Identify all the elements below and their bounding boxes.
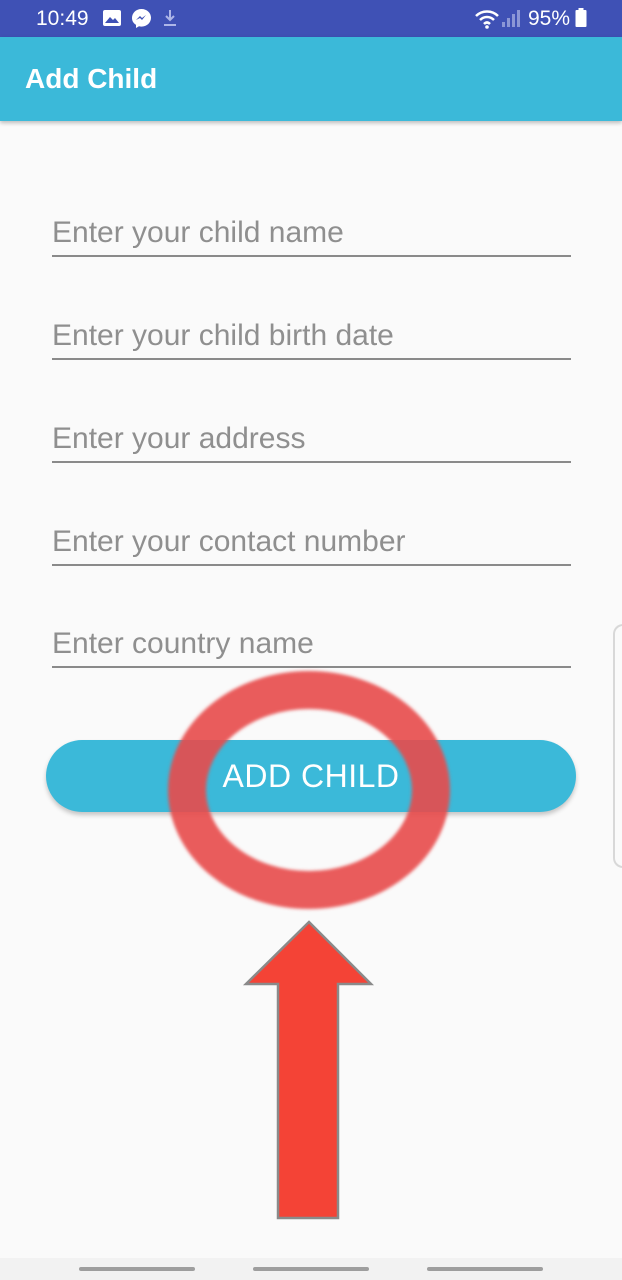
pointer-arrow (242, 920, 375, 1220)
battery-percent: 95% (528, 7, 571, 30)
add-child-button[interactable]: ADD CHILD (46, 740, 576, 812)
signal-icon (501, 8, 521, 33)
back-button[interactable] (427, 1267, 543, 1271)
navigation-bar (0, 1258, 622, 1280)
home-button[interactable] (253, 1267, 369, 1271)
address-input[interactable] (52, 417, 571, 463)
birth-date-input[interactable] (52, 314, 571, 360)
status-time: 10:49 (36, 7, 89, 30)
app-bar: Add Child (0, 37, 622, 121)
edge-panel-handle[interactable] (613, 624, 622, 868)
country-name-input[interactable] (52, 622, 571, 668)
child-name-input[interactable] (52, 211, 571, 257)
contact-number-input[interactable] (52, 520, 571, 566)
download-icon (162, 8, 178, 33)
messenger-icon (131, 8, 152, 34)
image-icon (102, 8, 122, 33)
battery-icon (575, 8, 587, 33)
recent-apps-button[interactable] (79, 1267, 195, 1271)
page-title: Add Child (25, 63, 158, 94)
wifi-icon (474, 8, 500, 35)
status-bar: 10:49 95% (0, 0, 622, 37)
